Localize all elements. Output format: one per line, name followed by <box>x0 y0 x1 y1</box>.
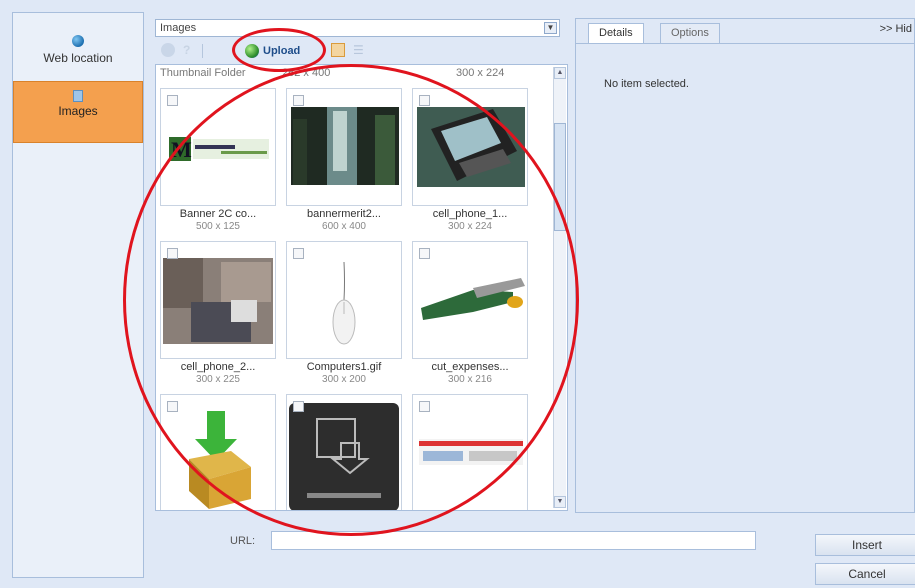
help-icon[interactable]: ? <box>183 43 197 57</box>
image-dimensions: 300 x 216 <box>448 374 492 385</box>
folder-select[interactable]: Images ▼ <box>155 19 560 37</box>
cancel-button[interactable]: Cancel <box>815 563 915 585</box>
details-panel: Details Options >> Hid No item selected. <box>575 18 915 513</box>
thumbnail[interactable] <box>286 241 402 359</box>
insert-button[interactable]: Insert <box>815 534 915 556</box>
image-item[interactable] <box>286 394 402 510</box>
image-dimensions: 300 x 200 <box>322 374 366 385</box>
source-panel: Web location Images <box>12 12 144 578</box>
scroll-up-arrow-icon[interactable]: ▲ <box>554 67 566 79</box>
partial-dim: 262 x 400 <box>282 67 331 79</box>
scissors-thumb <box>421 278 525 320</box>
hide-panel-link[interactable]: >> Hid <box>880 23 912 35</box>
image-dimensions: 500 x 125 <box>196 221 240 232</box>
source-images-label: Images <box>58 104 98 118</box>
partial-name: Thumbnail Folder <box>160 67 246 79</box>
select-checkbox[interactable] <box>419 95 430 106</box>
image-name: Computers1.gif <box>306 361 382 373</box>
image-name: cut_expenses... <box>431 361 509 373</box>
scroll-thumb[interactable] <box>554 123 566 231</box>
image-name: bannermerit2... <box>307 208 381 220</box>
tab-details[interactable]: Details <box>588 23 644 43</box>
select-checkbox[interactable] <box>293 95 304 106</box>
upload-globe-icon <box>245 44 259 58</box>
image-item[interactable] <box>160 394 276 510</box>
select-checkbox[interactable] <box>167 95 178 106</box>
select-checkbox[interactable] <box>167 401 178 412</box>
folder-select-value: Images <box>160 22 197 34</box>
globe-icon <box>72 35 84 47</box>
download-thumb <box>289 403 399 510</box>
chevron-down-icon[interactable]: ▼ <box>544 22 557 34</box>
image-item[interactable]: cut_expenses... 300 x 216 <box>412 241 528 391</box>
image-dimensions: 300 x 225 <box>196 374 240 385</box>
url-input[interactable] <box>271 531 756 550</box>
street-thumb <box>163 258 273 344</box>
svg-text:M: M <box>171 137 192 162</box>
image-name: cell_phone_2... <box>180 361 256 373</box>
box-arrow-thumb <box>189 411 251 509</box>
thumbnail[interactable] <box>286 394 402 510</box>
thumbnail[interactable] <box>412 88 528 206</box>
url-label: URL: <box>230 535 256 547</box>
thumbnail-view-icon[interactable] <box>331 43 345 57</box>
image-item[interactable]: M Banner 2C co... 500 x 125 <box>160 88 276 238</box>
banner-thumb: M <box>167 135 271 163</box>
phone-thumb <box>417 107 525 187</box>
upload-button[interactable]: Upload <box>243 41 304 61</box>
empty-message: No item selected. <box>604 78 689 90</box>
select-checkbox[interactable] <box>419 248 430 259</box>
bottom-bar: URL: Insert Cancel <box>155 516 915 588</box>
toolbar: ? Upload ☰ <box>155 40 560 62</box>
partial-row: Thumbnail Folder 262 x 400 300 x 224 <box>156 67 551 81</box>
tab-options[interactable]: Options <box>660 23 720 43</box>
web-banner-thumb <box>419 439 523 465</box>
image-name: Banner 2C co... <box>179 208 257 220</box>
select-checkbox[interactable] <box>293 401 304 412</box>
image-icon <box>73 90 83 102</box>
image-grid: Thumbnail Folder 262 x 400 300 x 224 M B… <box>155 64 568 511</box>
source-images[interactable]: Images <box>13 81 143 143</box>
select-checkbox[interactable] <box>293 248 304 259</box>
image-item[interactable]: bannermerit2... 600 x 400 <box>286 88 402 238</box>
image-picker-dialog: Web location Images Images ▼ ? Upload ☰ … <box>0 0 915 588</box>
thumbnail[interactable] <box>412 394 528 510</box>
details-body: No item selected. <box>576 43 914 512</box>
image-item[interactable]: cell_phone_2... 300 x 225 <box>160 241 276 391</box>
forest-thumb <box>291 107 399 185</box>
back-icon[interactable] <box>161 43 175 57</box>
list-view-icon[interactable]: ☰ <box>353 43 367 57</box>
partial-dim: 300 x 224 <box>456 67 505 79</box>
image-dimensions: 300 x 224 <box>448 221 492 232</box>
select-checkbox[interactable] <box>419 401 430 412</box>
select-checkbox[interactable] <box>167 248 178 259</box>
scroll-down-arrow-icon[interactable]: ▼ <box>554 496 566 508</box>
source-web-location-label: Web location <box>43 51 113 65</box>
image-item[interactable]: Computers1.gif 300 x 200 <box>286 241 402 391</box>
grid-scrollbar[interactable]: ▲ ▼ <box>553 67 566 508</box>
image-dimensions: 600 x 400 <box>322 221 366 232</box>
source-web-location[interactable]: Web location <box>13 27 143 87</box>
image-item[interactable]: cell_phone_1... 300 x 224 <box>412 88 528 238</box>
thumbnail[interactable] <box>160 241 276 359</box>
upload-label: Upload <box>263 45 301 57</box>
image-name: cell_phone_1... <box>432 208 508 220</box>
thumbnail[interactable] <box>412 241 528 359</box>
mouse-thumb <box>332 261 356 345</box>
thumbnail[interactable] <box>286 88 402 206</box>
image-item[interactable] <box>412 394 528 510</box>
toolbar-separator <box>202 44 203 58</box>
thumbnail[interactable]: M <box>160 88 276 206</box>
thumbnail[interactable] <box>160 394 276 510</box>
